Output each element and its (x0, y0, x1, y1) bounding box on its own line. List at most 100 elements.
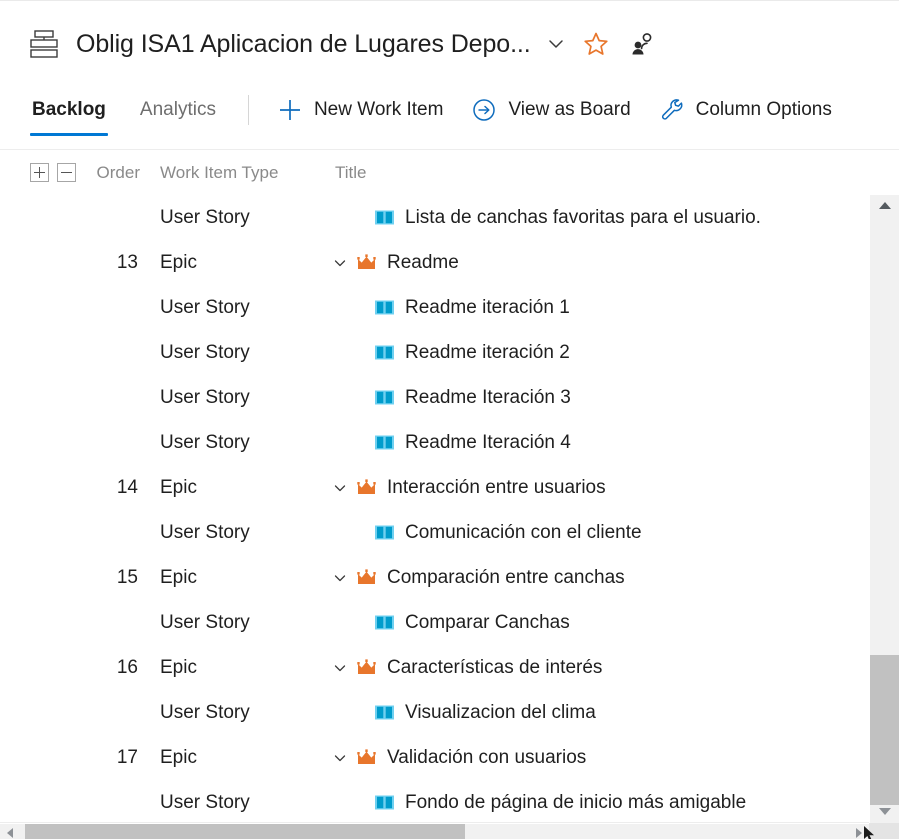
table-row[interactable]: 16 Epic Características de interés (0, 645, 861, 690)
scroll-up-arrow-icon[interactable] (870, 195, 899, 217)
table-row[interactable]: User Story Readme iteración 2 (0, 330, 861, 375)
vertical-scrollbar[interactable] (869, 195, 899, 823)
circle-arrow-right-icon (473, 99, 496, 121)
new-work-item-label: New Work Item (313, 99, 444, 120)
epic-crown-icon (357, 659, 376, 674)
work-item-title[interactable]: Fondo de página de inicio más amigable (405, 793, 746, 812)
tab-analytics-label: Analytics (139, 99, 216, 120)
column-header-work-item-type[interactable]: Work Item Type (160, 163, 335, 183)
cell-work-item-type: User Story (160, 701, 250, 723)
plus-icon (279, 100, 300, 120)
expand-all-icon[interactable] (30, 163, 49, 182)
work-item-title[interactable]: Validación con usuarios (387, 748, 586, 767)
table-row[interactable]: 14 Epic Interacción entre usuarios (0, 465, 861, 510)
cell-title: Características de interés (332, 657, 861, 678)
table-row[interactable]: User Story Readme iteración 1 (0, 285, 861, 330)
cell-work-item-type: User Story (160, 386, 250, 408)
scroll-right-arrow-icon[interactable] (847, 824, 869, 839)
cell-title: Readme (332, 252, 861, 273)
horizontal-scrollbar[interactable] (0, 823, 899, 839)
team-people-icon[interactable] (629, 31, 655, 57)
cell-order: 13 (116, 251, 138, 273)
work-item-title[interactable]: Readme iteración 2 (405, 343, 570, 362)
column-options-button[interactable]: Column Options (659, 87, 832, 133)
tab-analytics[interactable]: Analytics (138, 87, 218, 133)
work-item-title[interactable]: Readme iteración 1 (405, 298, 570, 317)
row-expand-chevron-icon[interactable] (332, 480, 348, 496)
scroll-down-arrow-icon[interactable] (870, 801, 899, 823)
vertical-scrollbar-thumb[interactable] (870, 655, 899, 805)
new-work-item-button[interactable]: New Work Item (277, 87, 444, 133)
cell-title: Fondo de página de inicio más amigable (332, 792, 861, 813)
page-title: Oblig ISA1 Aplicacion de Lugares Depo... (76, 29, 531, 58)
column-header-title[interactable]: Title (335, 163, 899, 183)
work-item-title[interactable]: Readme Iteración 3 (405, 388, 571, 407)
row-expand-chevron-icon[interactable] (332, 255, 348, 271)
work-item-title[interactable]: Comparación entre canchas (387, 568, 625, 587)
cell-order: 14 (116, 476, 138, 498)
tab-backlog[interactable]: Backlog (30, 87, 108, 136)
work-item-title[interactable]: Visualizacion del clima (405, 703, 596, 722)
collapse-all-icon[interactable] (57, 163, 76, 182)
cell-work-item-type: Epic (160, 746, 197, 768)
toolbar: Backlog Analytics New Work Item View as … (0, 87, 899, 149)
row-expand-chevron-icon[interactable] (332, 750, 348, 766)
column-header-order[interactable]: Order (76, 163, 160, 183)
grid-header-row: Order Work Item Type Title (0, 149, 899, 195)
user-story-book-icon (375, 615, 394, 630)
table-row[interactable]: User Story Comparar Canchas (0, 600, 861, 645)
scrollbar-corner (869, 823, 899, 839)
user-story-book-icon (375, 795, 394, 810)
row-expand-chevron-icon[interactable] (332, 660, 348, 676)
epic-crown-icon (357, 479, 376, 494)
table-row[interactable]: 15 Epic Comparación entre canchas (0, 555, 861, 600)
tab-backlog-label: Backlog (32, 99, 106, 120)
row-expand-chevron-icon[interactable] (332, 570, 348, 586)
work-item-title[interactable]: Comparar Canchas (405, 613, 570, 632)
table-row[interactable]: 17 Epic Validación con usuarios (0, 735, 861, 780)
table-row[interactable]: 13 Epic Readme (0, 240, 861, 285)
table-row[interactable]: User Story Readme Iteración 4 (0, 420, 861, 465)
cell-work-item-type: User Story (160, 341, 250, 363)
epic-crown-icon (357, 749, 376, 764)
epic-crown-icon (357, 569, 376, 584)
cell-work-item-type: Epic (160, 656, 197, 678)
work-item-title[interactable]: Interacción entre usuarios (387, 478, 606, 497)
user-story-book-icon (375, 525, 394, 540)
work-item-title[interactable]: Comunicación con el cliente (405, 523, 642, 542)
column-options-label: Column Options (695, 99, 832, 120)
table-row[interactable]: User Story Lista de canchas favoritas par… (0, 195, 861, 240)
cell-title: Validación con usuarios (332, 747, 861, 768)
backlog-page: Oblig ISA1 Aplicacion de Lugares Depo...… (0, 0, 899, 839)
cell-title: Visualizacion del clima (332, 702, 861, 723)
horizontal-scrollbar-thumb[interactable] (25, 824, 465, 839)
cell-title: Comparación entre canchas (332, 567, 861, 588)
cell-work-item-type: User Story (160, 431, 250, 453)
cell-work-item-type: User Story (160, 206, 250, 228)
hub-header: Oblig ISA1 Aplicacion de Lugares Depo... (0, 1, 899, 87)
scroll-left-arrow-icon[interactable] (0, 824, 22, 839)
table-row[interactable]: User Story Comunicación con el cliente (0, 510, 861, 555)
cell-title: Interacción entre usuarios (332, 477, 861, 498)
cell-title: Comunicación con el cliente (332, 522, 861, 543)
cell-work-item-type: Epic (160, 251, 197, 273)
cell-work-item-type: Epic (160, 566, 197, 588)
user-story-book-icon (375, 390, 394, 405)
work-item-title[interactable]: Características de interés (387, 658, 602, 677)
backlog-grid[interactable]: User Story Lista de canchas favoritas par… (0, 195, 861, 823)
cell-title: Readme Iteración 4 (332, 432, 861, 453)
work-item-title[interactable]: Readme (387, 253, 459, 272)
view-as-board-button[interactable]: View as Board (471, 87, 631, 133)
cell-work-item-type: User Story (160, 791, 250, 813)
toolbar-separator (247, 95, 249, 125)
chevron-down-icon[interactable] (545, 33, 567, 55)
cell-order: 15 (116, 566, 138, 588)
grid-expander-group (0, 163, 76, 182)
cell-title: Readme Iteración 3 (332, 387, 861, 408)
work-item-title[interactable]: Lista de canchas favoritas para el usuar… (405, 208, 761, 227)
table-row[interactable]: User Story Visualizacion del clima (0, 690, 861, 735)
favorite-star-icon[interactable] (583, 31, 609, 57)
work-item-title[interactable]: Readme Iteración 4 (405, 433, 571, 452)
table-row[interactable]: User Story Fondo de página de inicio más … (0, 780, 861, 823)
table-row[interactable]: User Story Readme Iteración 3 (0, 375, 861, 420)
